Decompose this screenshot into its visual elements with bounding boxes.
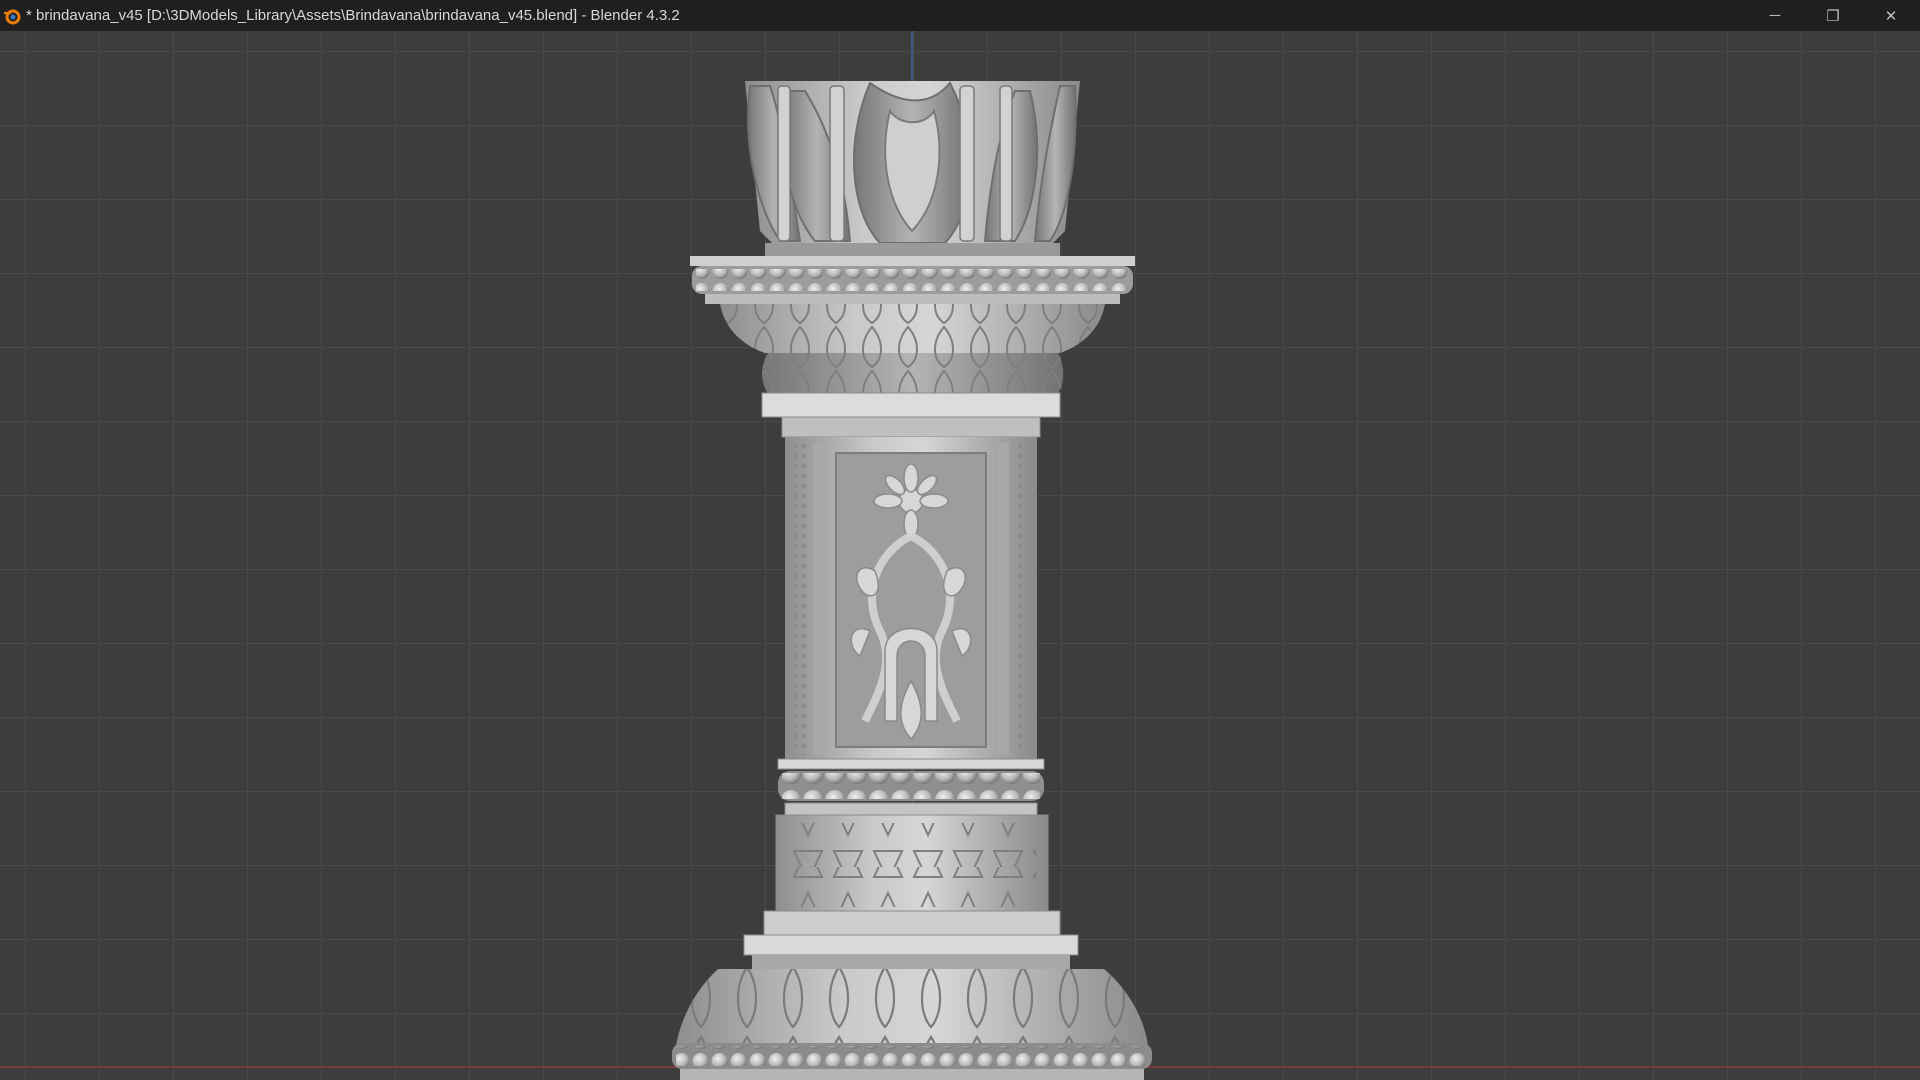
3d-viewport[interactable]: [0, 31, 1920, 1080]
upper-collar: [690, 256, 1135, 304]
middle-collar: [777, 758, 1045, 816]
window-title: * brindavana_v45 [D:\3DModels_Library\As…: [26, 7, 680, 24]
brindavana-model[interactable]: [0, 31, 1920, 1080]
pillar-shaft: [785, 437, 1037, 759]
lower-block: [775, 814, 1049, 912]
capital: [761, 392, 1061, 438]
window-titlebar: * brindavana_v45 [D:\3DModels_Library\As…: [0, 0, 1920, 31]
close-icon[interactable]: ✕: [1862, 0, 1920, 31]
minimize-icon[interactable]: ─: [1746, 0, 1804, 31]
base-drum: [672, 969, 1152, 1080]
lotus-crown: [745, 81, 1080, 257]
stepped-base: [743, 910, 1079, 969]
restore-icon[interactable]: ❐: [1804, 0, 1862, 31]
blender-icon[interactable]: [0, 0, 24, 31]
upper-bowl: [720, 304, 1105, 393]
window-controls: ─ ❐ ✕: [1746, 0, 1920, 31]
